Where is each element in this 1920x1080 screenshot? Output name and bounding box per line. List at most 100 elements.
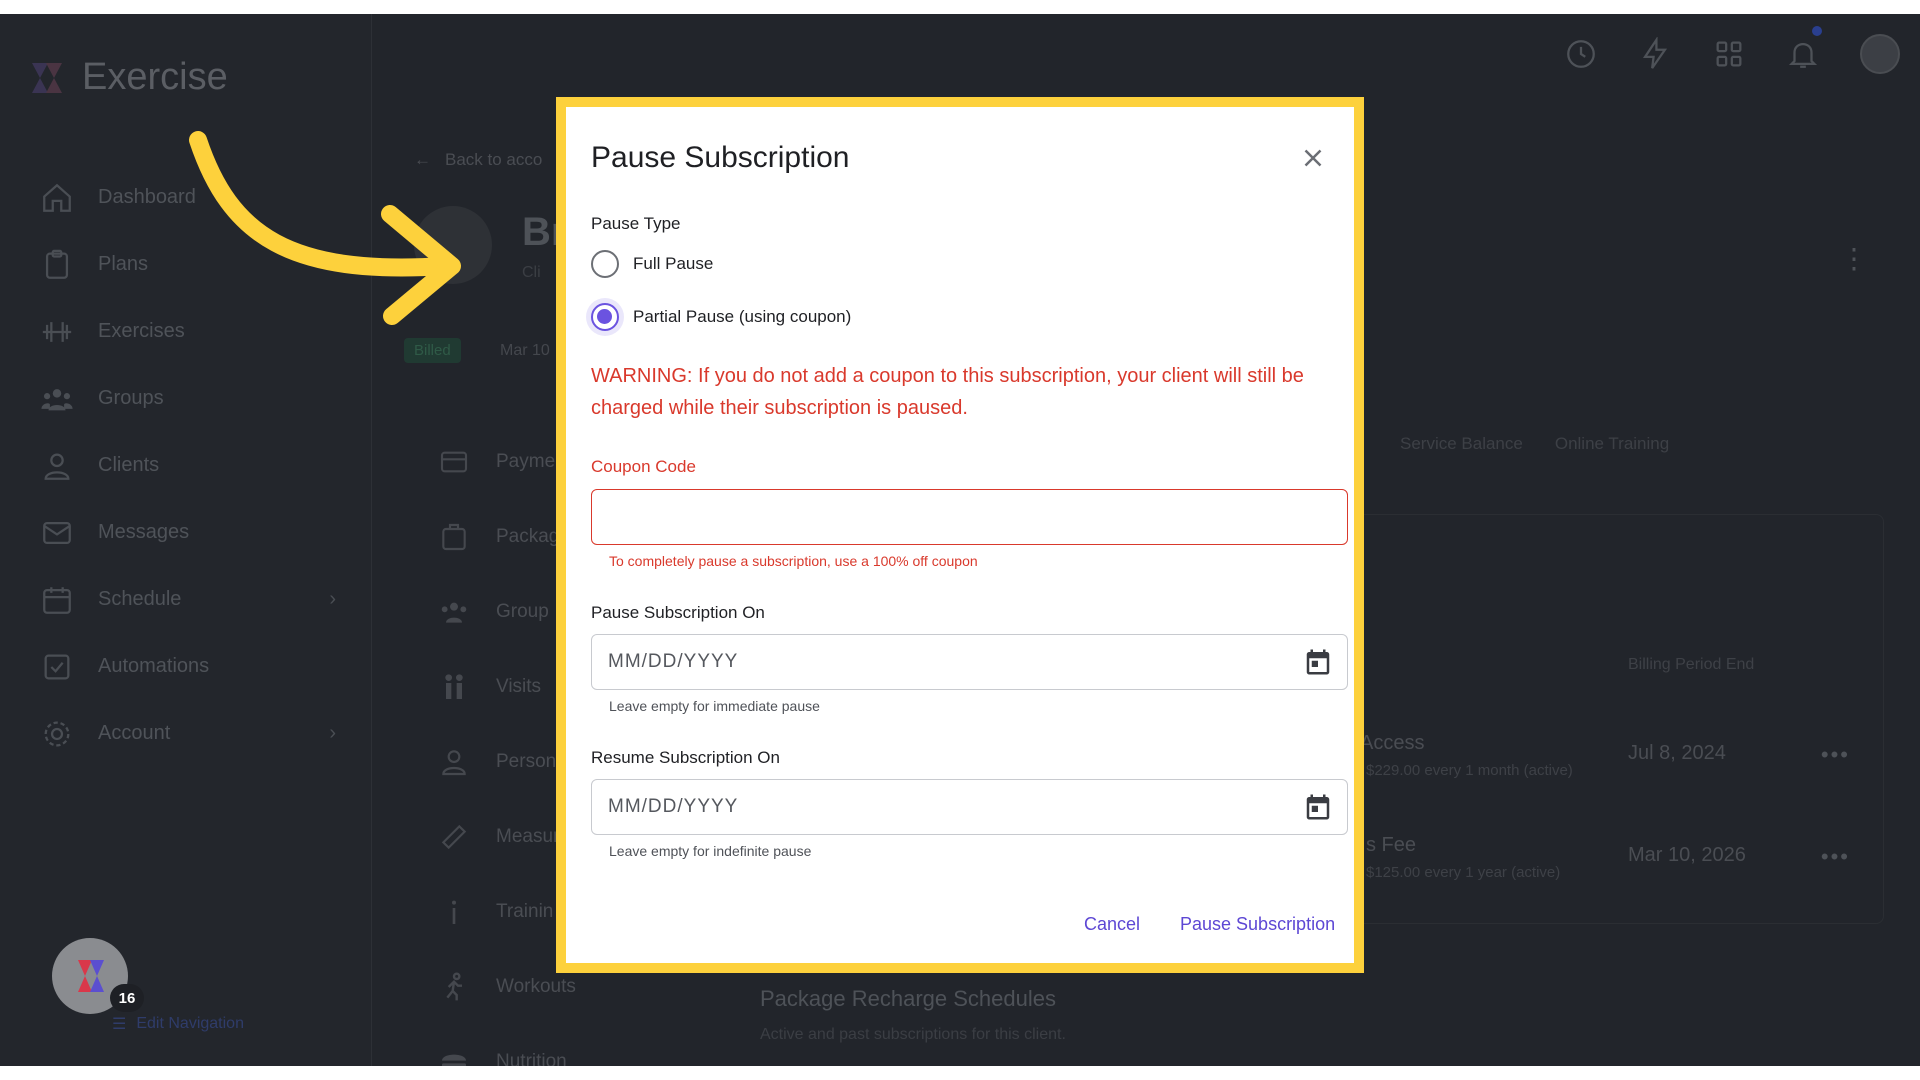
pause-on-label: Pause Subscription On	[591, 603, 765, 622]
radio-button-selected[interactable]	[591, 303, 619, 331]
column-header-billing-period-end: Billing Period End	[1628, 656, 1755, 673]
submenu-item-label: Workouts	[496, 975, 576, 997]
groups-icon	[441, 602, 467, 623]
mail-icon	[43, 521, 71, 544]
sidebar-item-label: Automations	[98, 655, 210, 677]
more-horizontal-icon[interactable]: •••	[1821, 742, 1850, 768]
row-date: Mar 10, 2026	[1628, 844, 1746, 866]
coupon-code-label: Coupon Code	[591, 457, 696, 476]
credit-card-icon	[440, 451, 468, 472]
info-icon	[452, 900, 456, 924]
submenu-item-label: Nutrition	[496, 1050, 567, 1067]
submenu-item-label: Person	[496, 750, 557, 772]
billed-badge: Billed	[404, 338, 461, 363]
row-date: Jul 8, 2024	[1628, 742, 1726, 764]
sidebar-item-label: Plans	[98, 253, 149, 275]
coupon-code-hint: To completely pause a subscription, use …	[609, 553, 978, 569]
calendar-icon[interactable]	[1303, 792, 1333, 822]
sidebar-item-account[interactable]: Account ›	[40, 700, 340, 767]
sidebar-item-label: Schedule	[98, 588, 182, 610]
client-subtitle: Cli	[522, 264, 541, 281]
radio-button[interactable]	[591, 250, 619, 278]
topbar-icons	[1564, 34, 1900, 74]
lightning-icon[interactable]	[1638, 37, 1672, 71]
history-icon[interactable]	[1564, 37, 1598, 71]
submenu-item-label: Visits	[496, 675, 542, 697]
chevron-right-icon: ›	[329, 722, 336, 744]
radio-full-pause[interactable]: Full Pause	[591, 250, 713, 278]
package-icon	[442, 523, 466, 550]
sidebar-item-messages[interactable]: Messages	[40, 499, 340, 566]
calendar-icon	[43, 586, 71, 614]
gear-icon	[44, 721, 70, 746]
chevron-right-icon: ›	[329, 588, 336, 610]
row-title: s Fee	[1366, 834, 1417, 856]
package-recharge-title: Package Recharge Schedules	[760, 986, 1056, 1011]
close-icon[interactable]	[1298, 143, 1328, 173]
sidebar-item-label: Exercises	[98, 320, 185, 342]
tab-service-balance[interactable]: Service Balance	[1400, 434, 1523, 454]
row-subtitle: $125.00 every 1 year (active)	[1366, 864, 1561, 881]
dumbbell-icon	[42, 321, 72, 342]
radio-label: Partial Pause (using coupon)	[633, 307, 852, 326]
pause-on-date-input[interactable]: MM/DD/YYYY	[591, 634, 1348, 690]
dialog-body: Pause Subscription Pause Type Full Pause…	[566, 107, 1354, 963]
submenu-item-label: Measur	[496, 825, 560, 847]
apps-grid-icon[interactable]	[1712, 37, 1746, 71]
list-edit-icon: ☰	[112, 1016, 127, 1033]
sidebar-item-label: Groups	[98, 387, 164, 409]
submenu-item-label: Packag	[496, 525, 560, 547]
more-vertical-icon[interactable]: ⋮	[1840, 242, 1868, 275]
brand-logo-icon	[32, 62, 62, 93]
dialog-title: Pause Subscription	[591, 141, 850, 174]
radio-partial-pause[interactable]: Partial Pause (using coupon)	[591, 303, 851, 331]
cancel-button[interactable]: Cancel	[1084, 914, 1140, 935]
client-tabs: Service Balance Online Training	[1400, 434, 1669, 454]
sidebar-item-label: Clients	[98, 454, 160, 476]
tab-online-training[interactable]: Online Training	[1555, 434, 1669, 454]
brand-name: Exercise	[82, 56, 228, 98]
brand[interactable]: Exercise	[26, 56, 228, 99]
resume-on-date-input[interactable]: MM/DD/YYYY	[591, 779, 1348, 835]
sidebar-item-label: Messages	[98, 521, 190, 543]
calendar-icon[interactable]	[1303, 647, 1333, 677]
sidebar-item-label: Account	[98, 722, 171, 744]
bell-icon[interactable]	[1786, 37, 1820, 71]
people-icon	[445, 673, 463, 699]
sidebar-item-groups[interactable]: Groups	[40, 365, 340, 432]
edit-navigation-label: Edit Navigation	[136, 1015, 244, 1032]
pause-type-label: Pause Type	[591, 214, 681, 233]
submenu-item-label: Payme	[496, 450, 556, 472]
user-icon	[442, 749, 466, 775]
coupon-code-input[interactable]	[591, 489, 1348, 545]
user-icon	[44, 453, 70, 480]
package-recharge-subtitle: Active and past subscriptions for this c…	[760, 1026, 1066, 1043]
sidebar-item-clients[interactable]: Clients	[40, 432, 340, 499]
pause-on-hint: Leave empty for immediate pause	[609, 698, 820, 714]
sidebar-item-schedule[interactable]: Schedule ›	[40, 566, 340, 633]
edit-navigation-link[interactable]: ☰ Edit Navigation	[112, 1014, 244, 1034]
submenu-item-label: Group	[496, 600, 549, 622]
pause-subscription-button[interactable]: Pause Subscription	[1180, 914, 1335, 935]
date-placeholder: MM/DD/YYYY	[608, 796, 739, 817]
groups-icon	[41, 388, 73, 410]
warning-text: WARNING: If you do not add a coupon to t…	[591, 365, 1304, 419]
more-horizontal-icon[interactable]: •••	[1821, 844, 1850, 870]
submenu-item-nutrition[interactable]: Nutrition	[410, 1024, 740, 1066]
resume-on-label: Resume Subscription On	[591, 748, 780, 767]
notification-dot	[1812, 26, 1822, 36]
home-icon	[43, 183, 71, 212]
sidebar-item-automations[interactable]: Automations	[40, 633, 340, 700]
checkbox-icon	[44, 654, 70, 679]
running-icon	[446, 971, 462, 1000]
client-date: Mar 10	[500, 342, 550, 359]
submenu-item-label: Trainin	[496, 900, 554, 922]
clipboard-icon	[45, 249, 69, 279]
ruler-icon	[441, 824, 467, 849]
burger-icon	[442, 1054, 466, 1066]
helper-count-badge: 16	[110, 984, 144, 1012]
date-placeholder: MM/DD/YYYY	[608, 651, 739, 672]
row-title: Access	[1360, 732, 1425, 754]
resume-on-hint: Leave empty for indefinite pause	[609, 843, 812, 859]
user-avatar[interactable]	[1860, 34, 1900, 74]
